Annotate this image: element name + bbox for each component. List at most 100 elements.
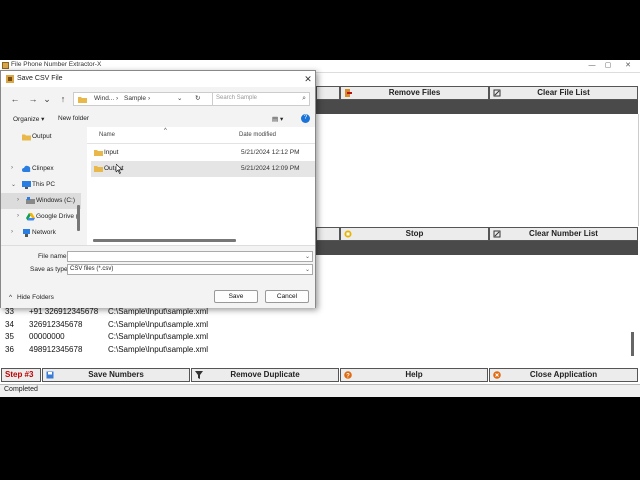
folder-icon — [94, 166, 103, 172]
chevron-down-icon[interactable]: ⌄ — [305, 253, 310, 260]
row-file: C:\Sample\Input\sample.xml — [108, 320, 209, 329]
cancel-button[interactable]: Cancel — [265, 290, 309, 303]
chevron-right-icon[interactable]: › — [11, 165, 13, 171]
row-index: 34 — [5, 320, 14, 329]
number-list[interactable]: 33 +91 326912345678 C:\Sample\Input\samp… — [0, 301, 638, 363]
sidebar-label: Output — [32, 133, 52, 140]
up-button[interactable]: ↑ — [57, 93, 69, 105]
hidden-left-button[interactable] — [316, 86, 340, 100]
remove-duplicate-button[interactable]: Remove Duplicate — [191, 368, 339, 382]
view-menu[interactable]: ▤ ▾ — [272, 115, 283, 123]
search-box[interactable]: Search Sample ⌕ — [212, 92, 310, 106]
chevron-down-icon[interactable]: ⌄ — [305, 266, 310, 273]
file-date: 5/21/2024 12:09 PM — [241, 165, 300, 172]
file-name-label: File name: — [38, 253, 69, 260]
address-dropdown-icon[interactable]: ⌄ — [177, 94, 182, 102]
save-as-type-value: CSV files (*.csv) — [70, 266, 114, 272]
horizontal-scrollbar[interactable] — [93, 239, 236, 242]
stop-icon — [344, 230, 352, 238]
dialog-command-bar: Organize ▾ New folder ▤ ▾ ? — [1, 111, 315, 127]
google-drive-icon — [26, 213, 35, 221]
hide-folders-label: Hide Folders — [17, 294, 54, 301]
number-list-header — [316, 241, 638, 255]
sidebar-item-clinpex[interactable]: › Clinpex — [1, 161, 81, 177]
search-placeholder: Search Sample — [216, 95, 258, 101]
help-button[interactable]: ? Help — [340, 368, 488, 382]
save-csv-dialog: Save CSV File ✕ ← → ⌄ ↑ Wind... › Sample… — [0, 70, 316, 308]
help-label: Help — [405, 370, 423, 379]
app-close-button[interactable]: ✕ — [620, 60, 636, 72]
clear-file-list-button[interactable]: Clear File List — [489, 86, 638, 100]
sidebar-item-network[interactable]: › Network — [1, 225, 81, 241]
sidebar-label: Network — [32, 229, 56, 236]
clear-number-list-button[interactable]: Clear Number List — [489, 227, 638, 241]
recent-locations-button[interactable]: ⌄ — [41, 93, 53, 105]
filter-icon — [195, 371, 203, 379]
row-file: C:\Sample\Input\sample.xml — [108, 345, 209, 354]
file-name-input[interactable]: ⌄ — [67, 251, 313, 262]
save-as-type-select[interactable]: CSV files (*.csv) ⌄ — [67, 264, 313, 275]
clear-number-list-label: Clear Number List — [529, 229, 598, 238]
close-application-button[interactable]: Close Application — [489, 368, 638, 382]
chevron-right-icon[interactable]: › — [17, 197, 19, 203]
folder-icon — [22, 134, 31, 141]
sort-arrow-icon: ^ — [164, 128, 167, 134]
column-name[interactable]: Name — [99, 132, 115, 138]
clear-list-icon — [493, 89, 501, 97]
help-icon[interactable]: ? — [301, 114, 310, 123]
hide-folders-button[interactable]: ^ Hide Folders — [5, 294, 65, 304]
status-bar: Completed — [0, 384, 640, 397]
save-numbers-button[interactable]: Save Numbers — [42, 368, 190, 382]
breadcrumb-sep: › — [148, 95, 151, 102]
save-as-type-label: Save as type: — [30, 266, 70, 273]
new-folder-button[interactable]: New folder — [58, 115, 89, 122]
row-phone: 498912345678 — [29, 345, 83, 354]
back-button[interactable]: ← — [9, 93, 21, 105]
stop-button[interactable]: Stop — [340, 227, 489, 241]
pc-icon — [22, 181, 31, 189]
sidebar-item-windows-c[interactable]: › Windows (C:) — [1, 193, 81, 209]
remove-files-label: Remove Files — [388, 88, 441, 97]
save-icon — [46, 371, 54, 379]
list-item: 33 — [5, 307, 14, 316]
stop-label: Stop — [405, 229, 424, 238]
address-bar[interactable]: Wind... › Sample › ⌄ ↻ — [73, 92, 213, 106]
maximize-button[interactable]: ▢ — [600, 60, 616, 72]
file-list-pane[interactable]: Name ^ Date modified Input 5/21/2024 12:… — [87, 127, 315, 245]
save-button[interactable]: Save — [214, 290, 258, 303]
breadcrumb-sample[interactable]: Sample — [124, 95, 146, 102]
hidden-mid-button[interactable] — [316, 227, 340, 241]
sidebar-label: This PC — [32, 181, 56, 188]
number-list-scrollbar[interactable] — [631, 332, 634, 356]
dialog-titlebar: Save CSV File ✕ — [1, 71, 315, 87]
file-row-output[interactable]: Output 5/21/2024 12:09 PM — [91, 161, 315, 177]
chevron-right-icon[interactable]: › — [11, 229, 13, 235]
minimize-button[interactable]: — — [584, 60, 600, 72]
help-icon: ? — [344, 371, 352, 379]
chevron-down-icon[interactable]: ⌄ — [11, 181, 16, 188]
dialog-app-icon — [6, 75, 14, 83]
file-row-input[interactable]: Input 5/21/2024 12:12 PM — [91, 145, 315, 161]
file-date: 5/21/2024 12:12 PM — [241, 149, 300, 156]
dialog-close-button[interactable]: ✕ — [301, 72, 315, 86]
column-header: Name ^ Date modified — [87, 127, 315, 144]
breadcrumb-windows[interactable]: Wind... — [94, 95, 114, 102]
sidebar-item-google-drive[interactable]: › Google Drive ( — [1, 209, 81, 225]
forward-button[interactable]: → — [27, 93, 39, 105]
close-circle-icon — [493, 371, 501, 379]
remove-files-button[interactable]: Remove Files — [340, 86, 489, 100]
file-list[interactable] — [316, 114, 639, 226]
sidebar-item-this-pc[interactable]: ⌄ This PC — [1, 177, 81, 193]
close-application-label: Close Application — [529, 370, 598, 379]
organize-menu[interactable]: Organize ▾ — [13, 115, 44, 123]
chevron-right-icon[interactable]: › — [17, 213, 19, 219]
drive-icon — [26, 197, 35, 204]
row-file: C:\Sample\Input\sample.xml — [108, 307, 209, 316]
clear-file-list-label: Clear File List — [537, 88, 590, 97]
sidebar-item-output[interactable]: Output — [1, 129, 81, 145]
navigation-scrollbar[interactable] — [77, 205, 80, 231]
refresh-button[interactable]: ↻ — [195, 94, 200, 102]
column-date-modified[interactable]: Date modified — [239, 132, 276, 138]
status-text: Completed — [4, 386, 38, 393]
sidebar-label: Google Drive ( — [36, 213, 78, 220]
